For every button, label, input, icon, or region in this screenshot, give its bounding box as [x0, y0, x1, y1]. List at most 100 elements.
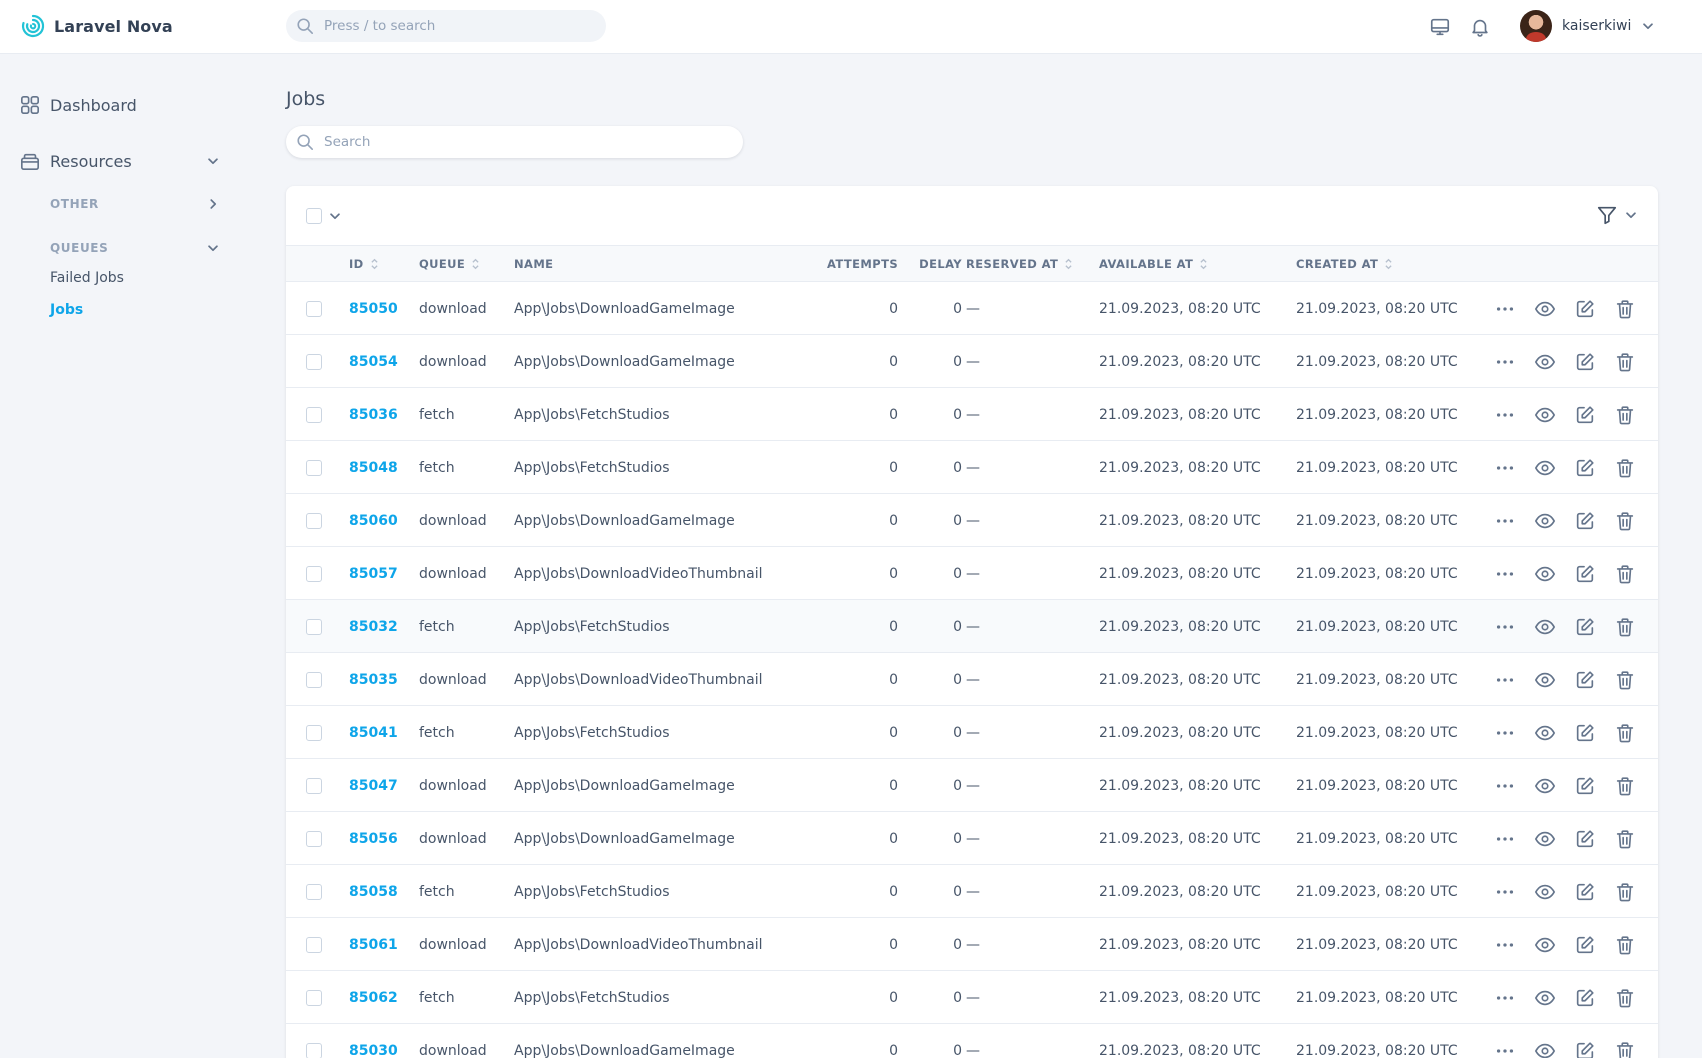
job-id-link[interactable]: 85041 — [349, 725, 398, 741]
job-id-link[interactable]: 85030 — [349, 1043, 398, 1058]
table-row[interactable]: 85035 download App\Jobs\DownloadVideoThu… — [286, 653, 1658, 706]
resource-search-input[interactable] — [324, 134, 704, 150]
sidebar-item-failed-jobs[interactable]: Failed Jobs — [50, 266, 124, 290]
delete-button[interactable] — [1612, 614, 1638, 640]
more-actions-button[interactable] — [1492, 720, 1518, 746]
more-actions-button[interactable] — [1492, 826, 1518, 852]
view-button[interactable] — [1532, 402, 1558, 428]
view-button[interactable] — [1532, 985, 1558, 1011]
edit-button[interactable] — [1572, 349, 1598, 375]
delete-button[interactable] — [1612, 826, 1638, 852]
brand[interactable]: Laravel Nova — [20, 12, 173, 40]
view-button[interactable] — [1532, 455, 1558, 481]
resource-search[interactable] — [286, 126, 743, 158]
edit-button[interactable] — [1572, 667, 1598, 693]
delete-button[interactable] — [1612, 667, 1638, 693]
table-row[interactable]: 85050 download App\Jobs\DownloadGameImag… — [286, 282, 1658, 335]
job-id-link[interactable]: 85035 — [349, 672, 398, 688]
job-id-link[interactable]: 85047 — [349, 778, 398, 794]
edit-button[interactable] — [1572, 614, 1598, 640]
job-id-link[interactable]: 85057 — [349, 566, 398, 582]
view-button[interactable] — [1532, 879, 1558, 905]
delete-button[interactable] — [1612, 508, 1638, 534]
notifications-button[interactable] — [1467, 14, 1493, 40]
select-all-checkbox[interactable] — [306, 208, 322, 224]
row-checkbox[interactable] — [306, 512, 322, 529]
row-checkbox[interactable] — [306, 777, 322, 794]
edit-button[interactable] — [1572, 985, 1598, 1011]
job-id-link[interactable]: 85056 — [349, 831, 398, 847]
edit-button[interactable] — [1572, 455, 1598, 481]
edit-button[interactable] — [1572, 296, 1598, 322]
row-checkbox[interactable] — [306, 936, 322, 953]
filter-button[interactable] — [1596, 204, 1638, 226]
more-actions-button[interactable] — [1492, 402, 1518, 428]
table-row[interactable]: 85032 fetch App\Jobs\FetchStudios 0 0 — … — [286, 600, 1658, 653]
edit-button[interactable] — [1572, 1038, 1598, 1058]
job-id-link[interactable]: 85050 — [349, 301, 398, 317]
view-button[interactable] — [1532, 1038, 1558, 1058]
view-button[interactable] — [1532, 826, 1558, 852]
delete-button[interactable] — [1612, 455, 1638, 481]
table-row[interactable]: 85060 download App\Jobs\DownloadGameImag… — [286, 494, 1658, 547]
column-header-reserved-at[interactable]: RESERVED AT — [966, 246, 1073, 282]
delete-button[interactable] — [1612, 720, 1638, 746]
monitor-button[interactable] — [1427, 14, 1453, 40]
row-checkbox[interactable] — [306, 1042, 322, 1058]
job-id-link[interactable]: 85060 — [349, 513, 398, 529]
row-checkbox[interactable] — [306, 989, 322, 1006]
more-actions-button[interactable] — [1492, 349, 1518, 375]
table-row[interactable]: 85041 fetch App\Jobs\FetchStudios 0 0 — … — [286, 706, 1658, 759]
row-checkbox[interactable] — [306, 406, 322, 423]
delete-button[interactable] — [1612, 932, 1638, 958]
table-row[interactable]: 85054 download App\Jobs\DownloadGameImag… — [286, 335, 1658, 388]
sidebar-item-jobs[interactable]: Jobs — [50, 298, 83, 322]
more-actions-button[interactable] — [1492, 773, 1518, 799]
view-button[interactable] — [1532, 932, 1558, 958]
table-row[interactable]: 85036 fetch App\Jobs\FetchStudios 0 0 — … — [286, 388, 1658, 441]
table-row[interactable]: 85047 download App\Jobs\DownloadGameImag… — [286, 759, 1658, 812]
edit-button[interactable] — [1572, 508, 1598, 534]
sidebar-item-resources[interactable]: Resources — [20, 146, 220, 176]
view-button[interactable] — [1532, 561, 1558, 587]
chevron-down-icon[interactable] — [328, 209, 342, 223]
delete-button[interactable] — [1612, 985, 1638, 1011]
delete-button[interactable] — [1612, 561, 1638, 587]
more-actions-button[interactable] — [1492, 455, 1518, 481]
job-id-link[interactable]: 85032 — [349, 619, 398, 635]
job-id-link[interactable]: 85048 — [349, 460, 398, 476]
view-button[interactable] — [1532, 667, 1558, 693]
job-id-link[interactable]: 85036 — [349, 407, 398, 423]
job-id-link[interactable]: 85058 — [349, 884, 398, 900]
row-checkbox[interactable] — [306, 883, 322, 900]
job-id-link[interactable]: 85062 — [349, 990, 398, 1006]
table-row[interactable]: 85062 fetch App\Jobs\FetchStudios 0 0 — … — [286, 971, 1658, 1024]
column-header-created-at[interactable]: CREATED AT — [1296, 246, 1393, 282]
more-actions-button[interactable] — [1492, 508, 1518, 534]
job-id-link[interactable]: 85054 — [349, 354, 398, 370]
sidebar-item-dashboard[interactable]: Dashboard — [20, 90, 137, 120]
column-header-id[interactable]: ID — [349, 246, 379, 282]
more-actions-button[interactable] — [1492, 561, 1518, 587]
view-button[interactable] — [1532, 614, 1558, 640]
table-row[interactable]: 85030 download App\Jobs\DownloadGameImag… — [286, 1024, 1658, 1058]
table-row[interactable]: 85056 download App\Jobs\DownloadGameImag… — [286, 812, 1658, 865]
delete-button[interactable] — [1612, 879, 1638, 905]
global-search-input[interactable] — [324, 18, 584, 34]
edit-button[interactable] — [1572, 561, 1598, 587]
edit-button[interactable] — [1572, 773, 1598, 799]
more-actions-button[interactable] — [1492, 879, 1518, 905]
job-id-link[interactable]: 85061 — [349, 937, 398, 953]
table-row[interactable]: 85058 fetch App\Jobs\FetchStudios 0 0 — … — [286, 865, 1658, 918]
table-row[interactable]: 85048 fetch App\Jobs\FetchStudios 0 0 — … — [286, 441, 1658, 494]
column-header-queue[interactable]: QUEUE — [419, 246, 480, 282]
sidebar-section-queues[interactable]: QUEUES — [50, 236, 220, 260]
view-button[interactable] — [1532, 508, 1558, 534]
row-checkbox[interactable] — [306, 459, 322, 476]
row-checkbox[interactable] — [306, 618, 322, 635]
view-button[interactable] — [1532, 349, 1558, 375]
table-row[interactable]: 85057 download App\Jobs\DownloadVideoThu… — [286, 547, 1658, 600]
delete-button[interactable] — [1612, 773, 1638, 799]
row-checkbox[interactable] — [306, 830, 322, 847]
more-actions-button[interactable] — [1492, 932, 1518, 958]
